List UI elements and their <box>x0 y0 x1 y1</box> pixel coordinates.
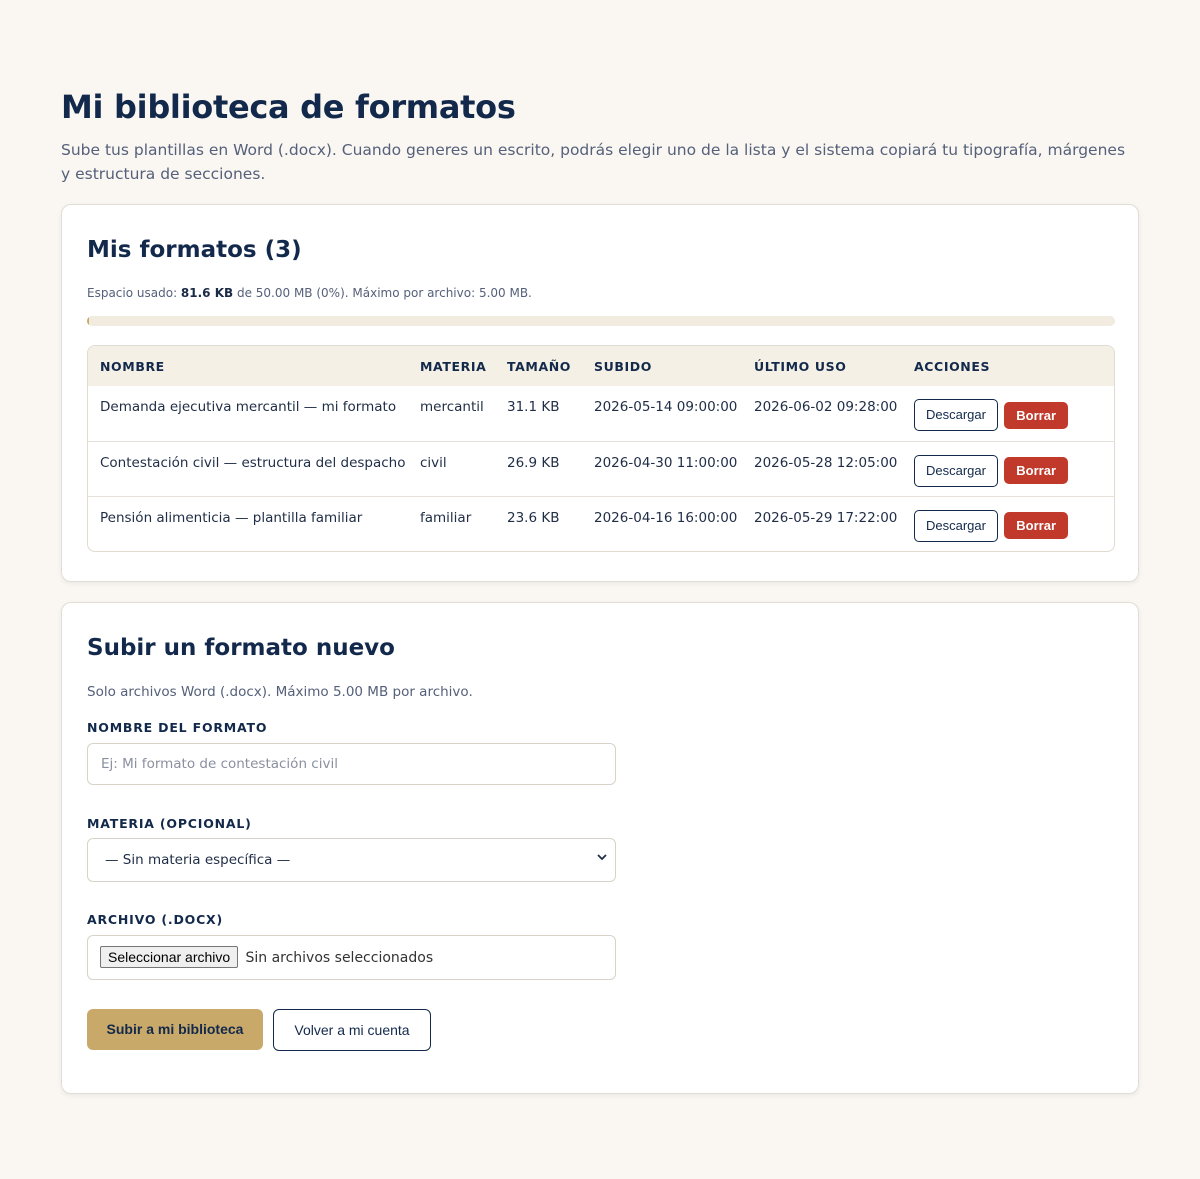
format-size: 31.1 KB <box>507 399 560 415</box>
format-name: Pensión alimenticia — plantilla familiar <box>100 509 363 526</box>
formats-table: Nombre Materia Tamaño Subido Último uso … <box>87 345 1115 552</box>
format-name: Contestación civil — estructura del desp… <box>100 454 406 471</box>
format-uploaded: 2026-04-16 16:00:00 <box>594 509 738 526</box>
download-button[interactable]: Descargar <box>914 509 998 542</box>
table-row: Demanda ejecutiva mercantil — mi formato… <box>88 386 1114 441</box>
format-size: 23.6 KB <box>507 509 560 526</box>
column-header-last-used: Último uso <box>754 358 847 374</box>
upload-card: Subir un formato nuevo Solo archivos Wor… <box>61 602 1139 1094</box>
column-header-uploaded: Subido <box>594 358 652 374</box>
subject-select-value: — Sin materia específica — <box>105 852 291 868</box>
column-header-name: Nombre <box>100 358 165 374</box>
page-title: Mi biblioteca de formatos <box>61 88 516 126</box>
format-last-used: 2026-06-02 09:28:00 <box>754 399 898 415</box>
formats-title: Mis formatos (3) <box>87 237 302 263</box>
format-last-used: 2026-05-29 17:22:00 <box>754 509 898 526</box>
subject-label: Materia (opcional) <box>87 816 252 831</box>
delete-button[interactable]: Borrar <box>1004 457 1069 484</box>
upload-title: Subir un formato nuevo <box>87 635 395 661</box>
table-header-row: Nombre Materia Tamaño Subido Último uso … <box>88 346 1114 386</box>
formats-card: Mis formatos (3) Espacio usado: 81.6 KB … <box>61 204 1139 582</box>
upload-hint: Solo archivos Word (.docx). Máximo 5.00 … <box>87 684 473 700</box>
format-subject: civil <box>420 454 447 471</box>
format-last-used: 2026-05-28 12:05:00 <box>754 454 898 471</box>
select-file-button[interactable]: Seleccionar archivo <box>100 946 239 968</box>
format-size: 26.9 KB <box>507 454 560 471</box>
page-intro: Sube tus plantillas en Word (.docx). Cua… <box>61 141 1126 183</box>
format-name: Demanda ejecutiva mercantil — mi formato <box>100 399 397 415</box>
download-button[interactable]: Descargar <box>914 454 998 487</box>
back-to-account-button[interactable]: Volver a mi cuenta <box>273 1009 431 1051</box>
format-subject: familiar <box>420 509 472 526</box>
page: Mi biblioteca de formatos Sube tus plant… <box>61 88 1139 1094</box>
storage-used-value: 81.6 KB <box>180 286 234 300</box>
subject-select[interactable]: — Sin materia específica — <box>87 838 616 882</box>
storage-progress-fill <box>87 316 89 326</box>
storage-progress-bar <box>87 316 1115 326</box>
file-input: Seleccionar archivo Sin archivos selecci… <box>87 935 616 980</box>
format-subject: mercantil <box>420 399 484 415</box>
download-button[interactable]: Descargar <box>914 399 998 431</box>
format-name-input[interactable]: Ej: Mi formato de contestación civil <box>87 743 616 785</box>
format-name-label: Nombre del formato <box>87 720 268 735</box>
column-header-size: Tamaño <box>507 358 572 374</box>
format-uploaded: 2026-05-14 09:00:00 <box>594 399 738 415</box>
row-actions: Descargar Borrar <box>902 441 1114 496</box>
file-label: Archivo (.docx) <box>87 912 224 927</box>
row-actions: Descargar Borrar <box>902 496 1114 551</box>
storage-usage-text: Espacio usado: 81.6 KB de 50.00 MB (0%).… <box>87 286 532 300</box>
table-row: Contestación civil — estructura del desp… <box>88 441 1114 496</box>
chevron-down-icon <box>596 851 608 867</box>
delete-button[interactable]: Borrar <box>1004 512 1069 539</box>
upload-submit-button[interactable]: Subir a mi biblioteca <box>87 1009 263 1050</box>
row-actions: Descargar Borrar <box>902 386 1114 441</box>
file-status-text: Sin archivos seleccionados <box>245 950 434 966</box>
table-row: Pensión alimenticia — plantilla familiar… <box>88 496 1114 551</box>
delete-button[interactable]: Borrar <box>1004 401 1069 429</box>
format-uploaded: 2026-04-30 11:00:00 <box>594 454 738 471</box>
column-header-subject: Materia <box>420 358 487 374</box>
column-header-actions: Acciones <box>914 358 991 374</box>
